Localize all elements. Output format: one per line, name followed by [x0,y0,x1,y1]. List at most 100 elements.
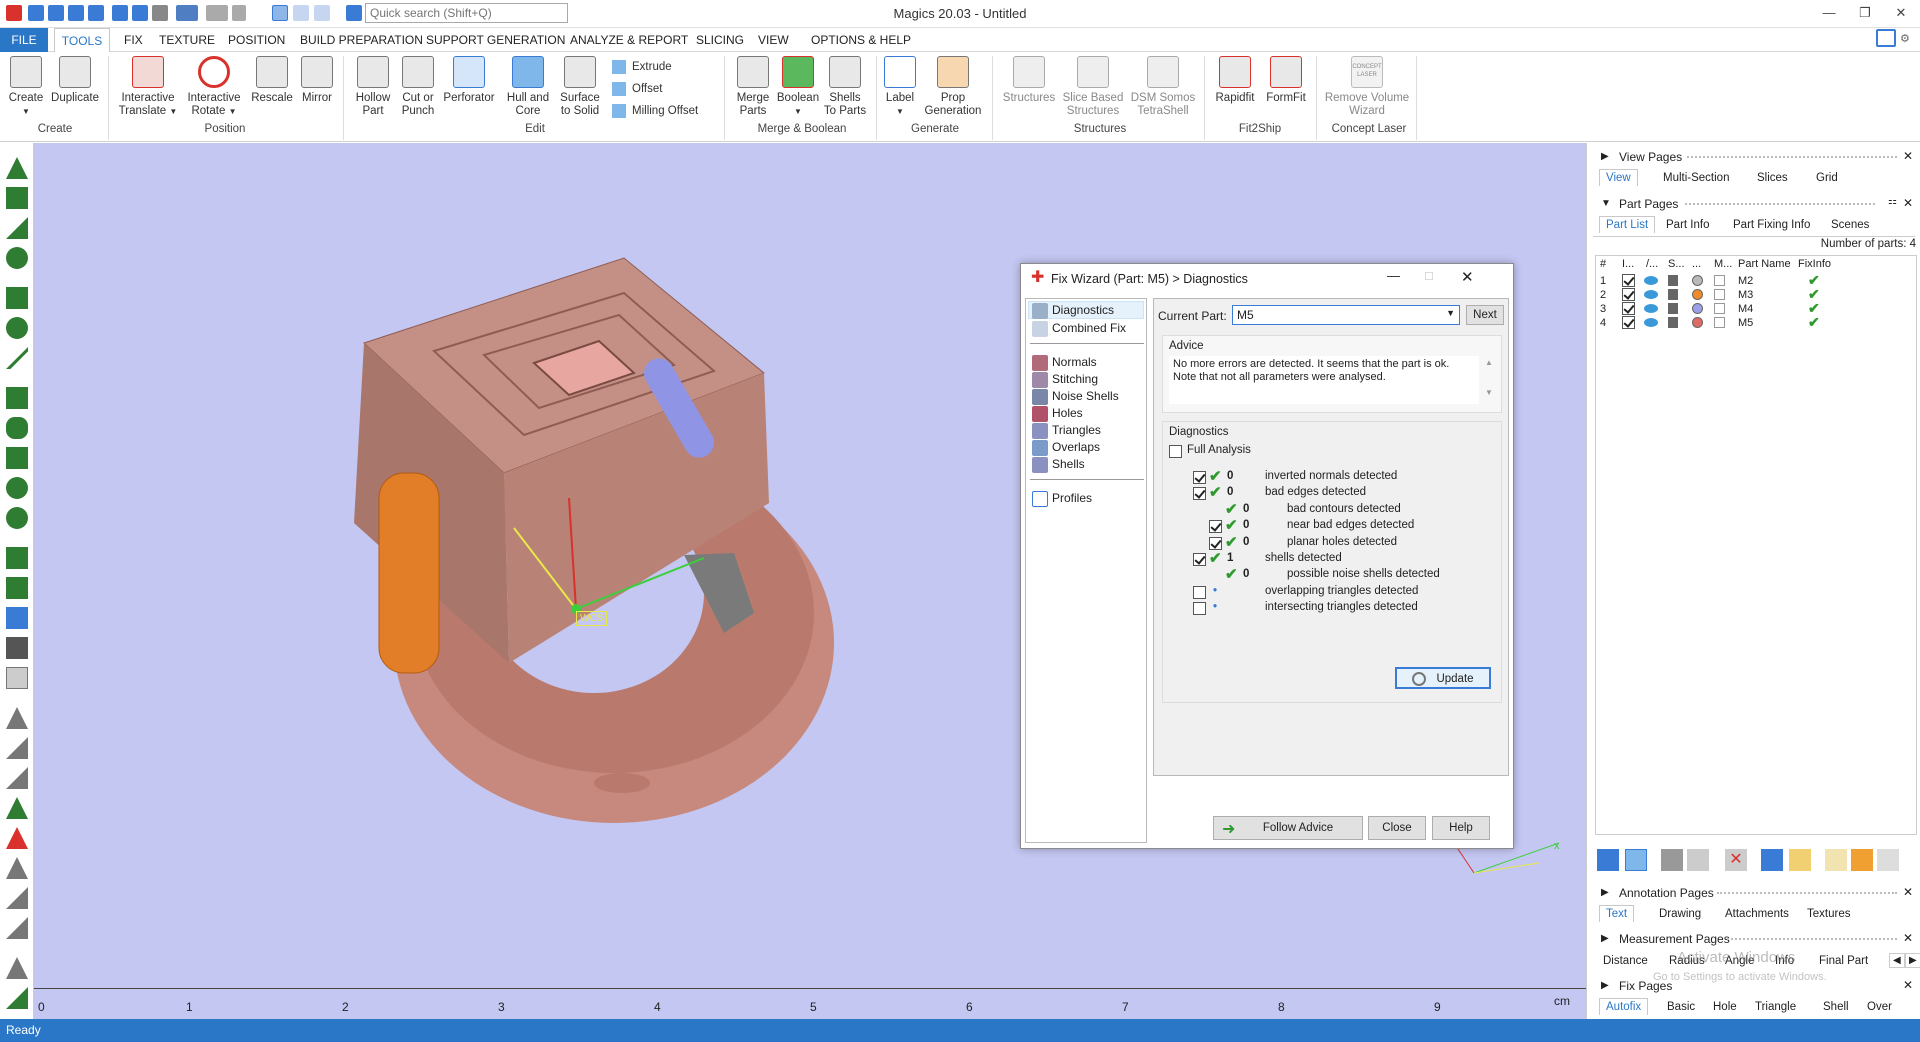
quick-search-input[interactable] [365,3,568,23]
fill-hole-icon[interactable] [6,767,28,789]
tab-tools[interactable]: TOOLS [54,28,110,53]
line-select-icon[interactable] [6,347,28,369]
remove-triangle-icon[interactable] [6,827,28,849]
nav-triangles[interactable]: Triangles [1032,423,1101,441]
material-icon[interactable] [1714,317,1725,328]
part-visible-checkbox[interactable] [1622,302,1635,315]
table-row[interactable]: 4 M5 ✔ [1596,314,1916,330]
add-triangle-icon[interactable] [6,797,28,819]
dialog-title-bar[interactable]: ✚ Fix Wizard (Part: M5) > Diagnostics — … [1021,264,1513,294]
tab-options-help[interactable]: OPTIONS & HELP [811,33,911,47]
measure-icon[interactable] [6,987,28,1009]
tab-part-fixing-info[interactable]: Part Fixing Info [1733,219,1810,231]
annotation-pages-header[interactable]: ▶ Annotation Pages ✕ [1587,883,1920,903]
dialog-close-icon[interactable]: ✕ [1461,268,1474,286]
save-icon[interactable] [68,5,84,21]
grow-selection-icon[interactable] [6,417,28,439]
shell-select-icon[interactable] [6,247,28,269]
eye-icon[interactable] [1644,276,1658,285]
follow-advice-button[interactable]: ➜ Follow Advice [1213,816,1363,840]
prop-generation-button[interactable]: Prop Generation [922,56,984,118]
material-icon[interactable] [1714,289,1725,300]
rapidfit-button[interactable]: Rapidfit [1210,56,1260,105]
eye-icon[interactable] [1644,290,1658,299]
part-visible-checkbox[interactable] [1622,274,1635,287]
structures-button[interactable]: Structures [1000,56,1058,105]
merge-parts-button[interactable]: Merge Parts [732,56,774,118]
part-color-icon[interactable] [1692,317,1703,328]
tab-part-info[interactable]: Part Info [1666,219,1709,231]
new-file-icon[interactable] [28,5,44,21]
tag-icon[interactable] [1851,849,1873,871]
unload-part-icon[interactable]: ✕ [1725,849,1747,871]
nav-diagnostics[interactable]: Diagnostics [1032,303,1114,321]
select-icon[interactable] [272,5,288,21]
view-pages-header[interactable]: ▶ View Pages ✕ [1587,147,1920,167]
label-button[interactable]: Label ▼ [882,56,918,118]
dialog-minimize-button[interactable]: — [1387,268,1400,283]
table-row[interactable]: 3 M4 ✔ [1596,300,1916,316]
color-icon[interactable] [1789,849,1811,871]
dsm-somos-tetrashell-button[interactable]: DSM Somos TetraShell [1130,56,1196,118]
import-icon[interactable] [112,5,128,21]
slice-based-structures-button[interactable]: Slice Based Structures [1060,56,1126,118]
nav-combined-fix[interactable]: Combined Fix [1032,321,1126,339]
tab-triangle[interactable]: Triangle [1755,1001,1796,1013]
part-visible-checkbox[interactable] [1622,288,1635,301]
help-button[interactable]: Help [1432,816,1490,840]
unmark-icon[interactable] [6,637,28,659]
swap-edge-icon[interactable] [6,887,28,909]
full-analysis-checkbox[interactable] [1169,445,1182,458]
close-icon[interactable]: ✕ [1903,149,1913,163]
tab-part-list[interactable]: Part List [1599,216,1656,233]
duplicate-button[interactable]: Duplicate [50,56,100,105]
tab-overlap[interactable]: Over [1867,1001,1892,1013]
current-part-select[interactable]: M5 ▼ [1232,305,1460,325]
delete-marked-icon[interactable] [6,707,28,729]
lasso-icon[interactable] [6,317,28,339]
close-icon[interactable]: ✕ [1903,978,1913,992]
tab-autofix[interactable]: Autofix [1599,998,1649,1015]
gear-icon[interactable]: ⚙ [1900,32,1910,45]
tab-build-preparation[interactable]: BUILD PREPARATION [300,33,423,47]
tab-slices[interactable]: Slices [1757,172,1788,184]
tab-support-generation[interactable]: SUPPORT GENERATION [426,33,565,47]
create-button[interactable]: Create ▼ [6,56,46,118]
scroll-down-icon[interactable]: ▼ [1485,388,1493,397]
interactive-rotate-button[interactable]: Interactive Rotate ▼ [184,56,244,118]
tab-shell[interactable]: Shell [1823,1001,1849,1013]
nav-overlaps[interactable]: Overlaps [1032,440,1100,458]
next-button[interactable]: Next [1466,305,1504,325]
show-part-icon[interactable] [1687,849,1709,871]
tab-slicing[interactable]: SLICING [696,33,744,47]
hollow-part-button[interactable]: Hollow Part [350,56,396,118]
interactive-translate-button[interactable]: Interactive Translate ▼ [116,56,180,118]
shells-to-parts-button[interactable]: Shells To Parts [822,56,868,118]
table-row[interactable]: 2 M3 ✔ [1596,286,1916,302]
scroll-up-icon[interactable]: ▲ [1485,358,1493,367]
part-visible-checkbox[interactable] [1622,316,1635,329]
tab-position[interactable]: POSITION [228,33,285,47]
zoom-icon[interactable] [293,5,309,21]
shading-icon[interactable] [1668,289,1678,300]
save-as-icon[interactable] [88,5,104,21]
close-window-button[interactable]: ✕ [1890,3,1912,23]
move-point-icon[interactable] [6,917,28,939]
diagnostic-checkbox[interactable] [1193,471,1206,484]
tab-analyze-report[interactable]: ANALYZE & REPORT [570,33,688,47]
perforator-button[interactable]: Perforator [440,56,498,105]
tab-fix[interactable]: FIX [124,33,143,47]
nav-shells[interactable]: Shells [1032,457,1085,475]
diagnostic-checkbox[interactable] [1209,520,1222,534]
close-icon[interactable]: ✕ [1903,196,1913,210]
close-icon[interactable]: ✕ [1903,931,1913,945]
mark-box-icon[interactable] [6,607,28,629]
tab-attachments[interactable]: Attachments [1725,908,1789,920]
nav-noise-shells[interactable]: Noise Shells [1032,389,1119,407]
group-icon[interactable] [1761,849,1783,871]
tab-hole[interactable]: Hole [1713,1001,1737,1013]
shading-icon[interactable] [1668,317,1678,328]
remove-volume-wizard-button[interactable]: CONCEPT LASER Remove Volume Wizard [1324,56,1410,118]
tab-basic[interactable]: Basic [1667,1001,1695,1013]
part-color-icon[interactable] [1692,303,1703,314]
